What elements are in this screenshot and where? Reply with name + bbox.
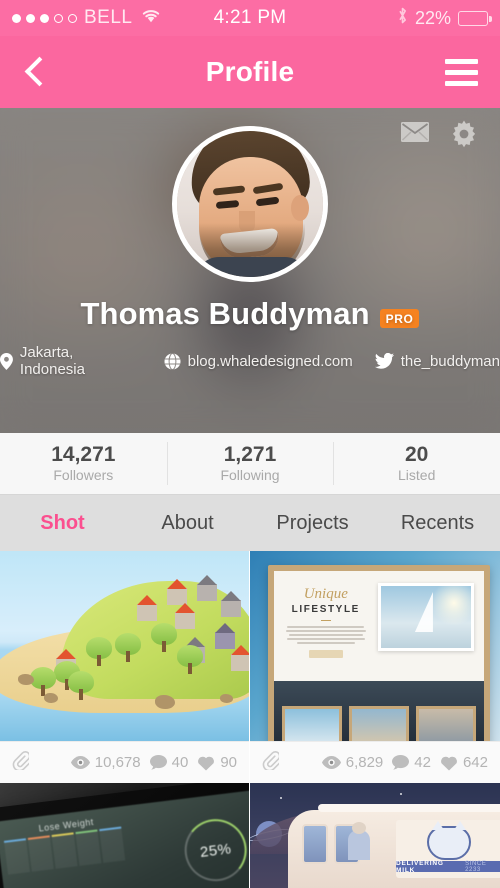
avatar-portrait bbox=[177, 131, 323, 277]
shot-views-count-yacht: 6,829 bbox=[345, 754, 384, 771]
status-bar-left: BELL bbox=[12, 7, 161, 29]
shot-likes-count-island: 90 bbox=[220, 754, 237, 771]
stat-followers-value: 14,271 bbox=[51, 442, 116, 466]
shot-views-count-island: 10,678 bbox=[94, 754, 141, 771]
stat-following[interactable]: 1,271 Following bbox=[166, 433, 334, 494]
mail-envelope-icon[interactable] bbox=[400, 120, 430, 153]
navigation-bar: Profile bbox=[0, 36, 500, 108]
signal-strength-dots bbox=[12, 13, 77, 23]
profile-name-row: Thomas Buddyman PRO bbox=[0, 296, 500, 332]
profile-screen: BELL 4:21 PM 22% Profile Thomas Buddyman… bbox=[0, 0, 500, 888]
shot-card-island: 10,678 40 90 bbox=[0, 551, 250, 783]
stat-following-label: Following bbox=[220, 467, 280, 484]
yacht-card-our-yachts: Our Yachts bbox=[282, 706, 342, 741]
shot-comments-count-island: 40 bbox=[171, 754, 189, 771]
shot-comments-yacht: 42 bbox=[392, 754, 431, 771]
profile-website[interactable]: blog.whaledesigned.com bbox=[164, 352, 353, 370]
location-pin-icon bbox=[0, 352, 13, 370]
stat-following-value: 1,271 bbox=[223, 442, 277, 466]
shot-likes-yacht: 642 bbox=[440, 754, 488, 771]
tab-shot[interactable]: Shot bbox=[0, 495, 125, 551]
shot-views-yacht: 6,829 bbox=[321, 754, 384, 771]
shot-likes-count-yacht: 642 bbox=[462, 754, 488, 771]
shot-likes-island: 90 bbox=[197, 754, 237, 771]
profile-twitter-label: the_buddyman bbox=[400, 352, 500, 370]
shot-meta-island: 10,678 40 90 bbox=[0, 741, 249, 783]
milk-van-illustration: ミルク・ウィッチ DELIVERING MILK SINCE 2233 bbox=[288, 804, 500, 888]
yacht-card-places: Places bbox=[349, 706, 409, 741]
page-title: Profile bbox=[205, 56, 295, 87]
fitness-progress-ring: 25% bbox=[181, 815, 249, 885]
eye-icon bbox=[70, 756, 90, 769]
shot-thumbnail-milk-van[interactable]: ミルク・ウィッチ DELIVERING MILK SINCE 2233 bbox=[250, 783, 500, 888]
tab-projects[interactable]: Projects bbox=[250, 495, 375, 551]
stat-listed[interactable]: 20 Listed bbox=[333, 433, 500, 494]
avatar[interactable] bbox=[172, 126, 328, 282]
shot-card-fitness: Lose Weight 25% My Progress bbox=[0, 783, 250, 888]
profile-twitter[interactable]: the_buddyman bbox=[374, 352, 500, 370]
profile-tab-bar: Shot About Projects Recents bbox=[0, 495, 500, 551]
yacht-script-title: Unique bbox=[303, 586, 348, 602]
profile-website-label: blog.whaledesigned.com bbox=[187, 352, 353, 370]
shot-thumbnail-fitness[interactable]: Lose Weight 25% My Progress bbox=[0, 783, 249, 888]
battery-percent-label: 22% bbox=[414, 7, 451, 28]
profile-meta-row: Jakarta, Indonesia blog.whaledesigned.co… bbox=[0, 344, 500, 378]
shot-thumbnail-yacht[interactable]: Unique LIFESTYLE bbox=[250, 551, 500, 741]
van-banner-sub: SINCE 2233 bbox=[465, 860, 487, 873]
shot-card-yacht: Unique LIFESTYLE 6,829 42 642 bbox=[250, 551, 500, 783]
tab-recents[interactable]: Recents bbox=[375, 495, 500, 551]
profile-name: Thomas Buddyman bbox=[80, 296, 370, 331]
heart-icon bbox=[441, 756, 457, 770]
wifi-icon bbox=[141, 8, 161, 28]
globe-icon bbox=[164, 352, 181, 370]
shot-comments-count-yacht: 42 bbox=[414, 754, 431, 771]
profile-hero: Thomas Buddyman PRO Jakarta, Indonesia b… bbox=[0, 108, 500, 433]
shot-thumbnail-island[interactable] bbox=[0, 551, 249, 741]
stat-followers[interactable]: 14,271 Followers bbox=[0, 433, 167, 494]
cat-mascot-icon bbox=[427, 821, 471, 860]
bluetooth-icon bbox=[397, 6, 408, 30]
profile-stats-bar: 14,271 Followers 1,271 Following 20 List… bbox=[0, 433, 500, 495]
stat-listed-label: Listed bbox=[398, 467, 436, 484]
status-bar: BELL 4:21 PM 22% bbox=[0, 0, 500, 36]
profile-location[interactable]: Jakarta, Indonesia bbox=[0, 344, 142, 378]
shot-meta-yacht: 6,829 42 642 bbox=[250, 741, 500, 783]
gear-icon[interactable] bbox=[450, 120, 478, 153]
yacht-headline: LIFESTYLE bbox=[291, 604, 360, 615]
comment-icon bbox=[392, 755, 410, 770]
hero-action-icons bbox=[400, 120, 478, 153]
heart-icon bbox=[198, 756, 215, 770]
eye-icon bbox=[321, 756, 341, 769]
shot-grid: 10,678 40 90 Unique LIFESTYLE 6,829 42 6… bbox=[0, 551, 500, 888]
shot-views-island: 10,678 bbox=[70, 754, 141, 771]
profile-location-label: Jakarta, Indonesia bbox=[19, 344, 85, 378]
fitness-progress-value: 25% bbox=[198, 839, 233, 861]
battery-icon bbox=[458, 10, 492, 26]
twitter-bird-icon bbox=[374, 353, 394, 369]
stat-listed-value: 20 bbox=[405, 442, 429, 466]
paperclip-icon[interactable] bbox=[12, 751, 31, 774]
comment-icon bbox=[149, 755, 167, 770]
stat-followers-label: Followers bbox=[53, 467, 114, 484]
hamburger-menu-icon[interactable] bbox=[445, 58, 478, 86]
shot-comments-island: 40 bbox=[149, 754, 189, 771]
carrier-label: BELL bbox=[84, 7, 133, 28]
van-banner-main: DELIVERING MILK bbox=[396, 859, 444, 874]
tab-about[interactable]: About bbox=[125, 495, 250, 551]
status-bar-right: 22% bbox=[397, 6, 492, 30]
paperclip-icon[interactable] bbox=[262, 751, 281, 774]
shot-card-milk-van: ミルク・ウィッチ DELIVERING MILK SINCE 2233 bbox=[250, 783, 500, 888]
pro-badge: PRO bbox=[379, 308, 420, 328]
yacht-card-interiors: Interiors bbox=[416, 706, 476, 741]
back-button[interactable] bbox=[22, 59, 48, 85]
